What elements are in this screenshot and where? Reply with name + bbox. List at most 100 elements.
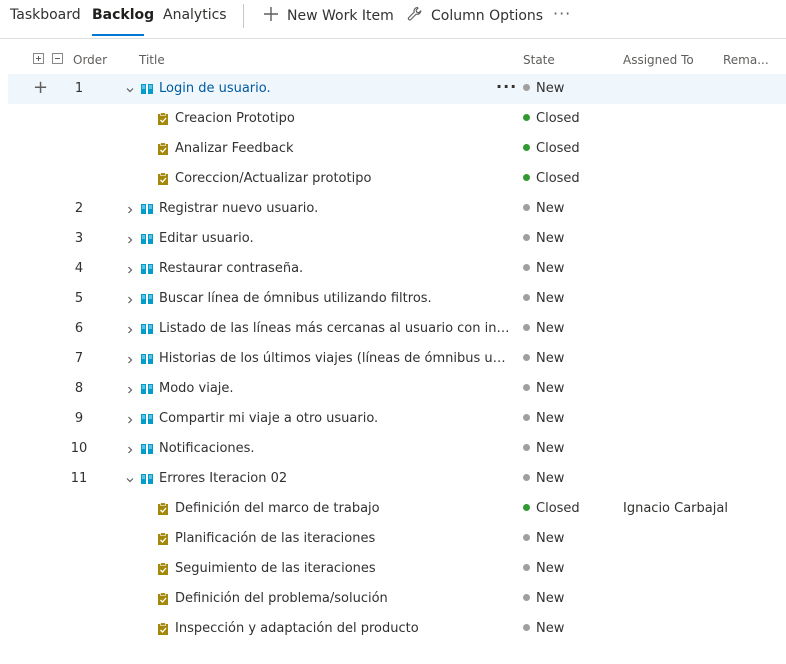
row-title[interactable]: Planificación de las iteraciones xyxy=(175,531,375,546)
backlog-row-user-story[interactable]: 7 Historias de los últimos viajes (líneas… xyxy=(0,344,786,374)
row-title[interactable]: Restaurar contraseña. xyxy=(159,261,303,276)
row-title[interactable]: Registrar nuevo usuario. xyxy=(159,201,318,216)
collapse-all-icon[interactable] xyxy=(52,53,63,64)
row-order: 9 xyxy=(74,411,84,426)
state-dot-icon xyxy=(523,564,530,571)
row-title[interactable]: Compartir mi viaje a otro usuario. xyxy=(159,411,378,426)
state-dot-icon xyxy=(523,174,530,181)
row-order: 4 xyxy=(74,261,84,276)
chevron-right-icon[interactable] xyxy=(125,444,135,454)
row-title[interactable]: Login de usuario. xyxy=(159,81,271,96)
tab-analytics[interactable]: Analytics xyxy=(163,7,227,23)
chevron-right-icon[interactable] xyxy=(125,264,135,274)
row-state-label: New xyxy=(536,531,565,546)
row-title[interactable]: Notificaciones. xyxy=(159,441,255,456)
backlog-grid: +1 Login de usuario. ··· New Creacion Protot… xyxy=(0,74,786,644)
chevron-right-icon[interactable] xyxy=(125,354,135,364)
state-dot-icon xyxy=(523,534,530,541)
chevron-right-icon[interactable] xyxy=(125,204,135,214)
row-state-label: New xyxy=(536,351,565,366)
column-options-button[interactable]: Column Options xyxy=(407,6,543,26)
row-state-label: Closed xyxy=(536,141,580,156)
row-title[interactable]: Editar usuario. xyxy=(159,231,254,246)
row-title[interactable]: Definición del problema/solución xyxy=(175,591,388,606)
row-more-actions-button[interactable]: ··· xyxy=(496,77,517,96)
backlog-row-task[interactable]: Creacion Prototipo Closed xyxy=(0,104,786,134)
backlog-row-task[interactable]: Definición del marco de trabajo Closed Ign… xyxy=(0,494,786,524)
backlog-row-user-story[interactable]: 2 Registrar nuevo usuario. New xyxy=(0,194,786,224)
column-header-remaining[interactable]: Rema... xyxy=(723,53,769,67)
row-title[interactable]: Inspección y adaptación del producto xyxy=(175,621,419,636)
more-actions-button[interactable]: ··· xyxy=(553,4,571,23)
column-header-state[interactable]: State xyxy=(523,53,555,67)
row-order: 3 xyxy=(74,231,84,246)
row-order: 5 xyxy=(74,291,84,306)
chevron-down-icon[interactable] xyxy=(125,84,135,94)
backlog-row-task[interactable]: Inspección y adaptación del producto New xyxy=(0,614,786,644)
user-story-icon xyxy=(140,322,154,336)
state-dot-icon xyxy=(523,444,530,451)
task-icon xyxy=(156,112,170,126)
state-dot-icon xyxy=(523,354,530,361)
row-title[interactable]: Errores Iteracion 02 xyxy=(159,471,287,486)
user-story-icon xyxy=(140,352,154,366)
backlog-row-user-story[interactable]: 10 Notificaciones. New xyxy=(0,434,786,464)
column-header-order[interactable]: Order xyxy=(73,53,107,67)
row-state: New xyxy=(523,621,564,636)
chevron-right-icon[interactable] xyxy=(125,384,135,394)
state-dot-icon xyxy=(523,324,530,331)
row-title[interactable]: Creacion Prototipo xyxy=(175,111,295,126)
row-title[interactable]: Listado de las líneas más cercanas al us… xyxy=(159,321,510,336)
state-dot-icon xyxy=(523,414,530,421)
backlog-row-task[interactable]: Seguimiento de las iteraciones New xyxy=(0,554,786,584)
backlog-row-task[interactable]: Definición del problema/solución New xyxy=(0,584,786,614)
backlog-row-task[interactable]: Coreccion/Actualizar prototipo Closed xyxy=(0,164,786,194)
row-title[interactable]: Buscar línea de ómnibus utilizando filtr… xyxy=(159,291,432,306)
row-title[interactable]: Analizar Feedback xyxy=(175,141,294,156)
user-story-icon xyxy=(140,202,154,216)
user-story-icon xyxy=(140,232,154,246)
backlog-row-user-story[interactable]: 9 Compartir mi viaje a otro usuario. New xyxy=(0,404,786,434)
add-child-button[interactable]: + xyxy=(33,79,48,97)
chevron-down-icon[interactable] xyxy=(125,474,135,484)
task-icon xyxy=(156,592,170,606)
row-state: New xyxy=(523,531,564,546)
backlog-row-user-story[interactable]: +1 Login de usuario. ··· New xyxy=(0,74,786,104)
backlog-row-task[interactable]: Planificación de las iteraciones New xyxy=(0,524,786,554)
row-state-label: New xyxy=(536,201,565,216)
new-work-item-label: New Work Item xyxy=(287,8,394,24)
backlog-row-task[interactable]: Analizar Feedback Closed xyxy=(0,134,786,164)
backlog-row-user-story[interactable]: 4 Restaurar contraseña. New xyxy=(0,254,786,284)
user-story-icon xyxy=(140,412,154,426)
backlog-row-user-story[interactable]: 3 Editar usuario. New xyxy=(0,224,786,254)
row-order: 10 xyxy=(70,441,88,456)
backlog-row-user-story[interactable]: 11 Errores Iteracion 02 New xyxy=(0,464,786,494)
row-state-label: New xyxy=(536,621,565,636)
backlog-row-user-story[interactable]: 6 Listado de las líneas más cercanas al u… xyxy=(0,314,786,344)
chevron-right-icon[interactable] xyxy=(125,294,135,304)
backlog-row-user-story[interactable]: 5 Buscar línea de ómnibus utilizando filt… xyxy=(0,284,786,314)
row-order: 11 xyxy=(70,471,88,486)
row-state: New xyxy=(523,201,564,216)
new-work-item-button[interactable]: New Work Item xyxy=(263,6,394,26)
state-dot-icon xyxy=(523,144,530,151)
expand-all-icon[interactable] xyxy=(33,53,44,64)
row-state-label: New xyxy=(536,291,565,306)
row-title[interactable]: Historias de los últimos viajes (líneas … xyxy=(159,351,510,366)
row-state-label: New xyxy=(536,381,565,396)
row-title[interactable]: Coreccion/Actualizar prototipo xyxy=(175,171,371,186)
column-header-assigned-to[interactable]: Assigned To xyxy=(623,53,694,67)
row-title[interactable]: Modo viaje. xyxy=(159,381,234,396)
chevron-right-icon[interactable] xyxy=(125,234,135,244)
tab-taskboard[interactable]: Taskboard xyxy=(10,7,81,23)
chevron-right-icon[interactable] xyxy=(125,324,135,334)
grid-header: Order Title State Assigned To Rema... xyxy=(0,46,786,74)
user-story-icon xyxy=(140,82,154,96)
tab-backlog[interactable]: Backlog xyxy=(92,7,154,23)
chevron-right-icon[interactable] xyxy=(125,414,135,424)
row-state-label: New xyxy=(536,591,565,606)
backlog-row-user-story[interactable]: 8 Modo viaje. New xyxy=(0,374,786,404)
column-header-title[interactable]: Title xyxy=(139,53,165,67)
row-title[interactable]: Seguimiento de las iteraciones xyxy=(175,561,376,576)
row-title[interactable]: Definición del marco de trabajo xyxy=(175,501,380,516)
